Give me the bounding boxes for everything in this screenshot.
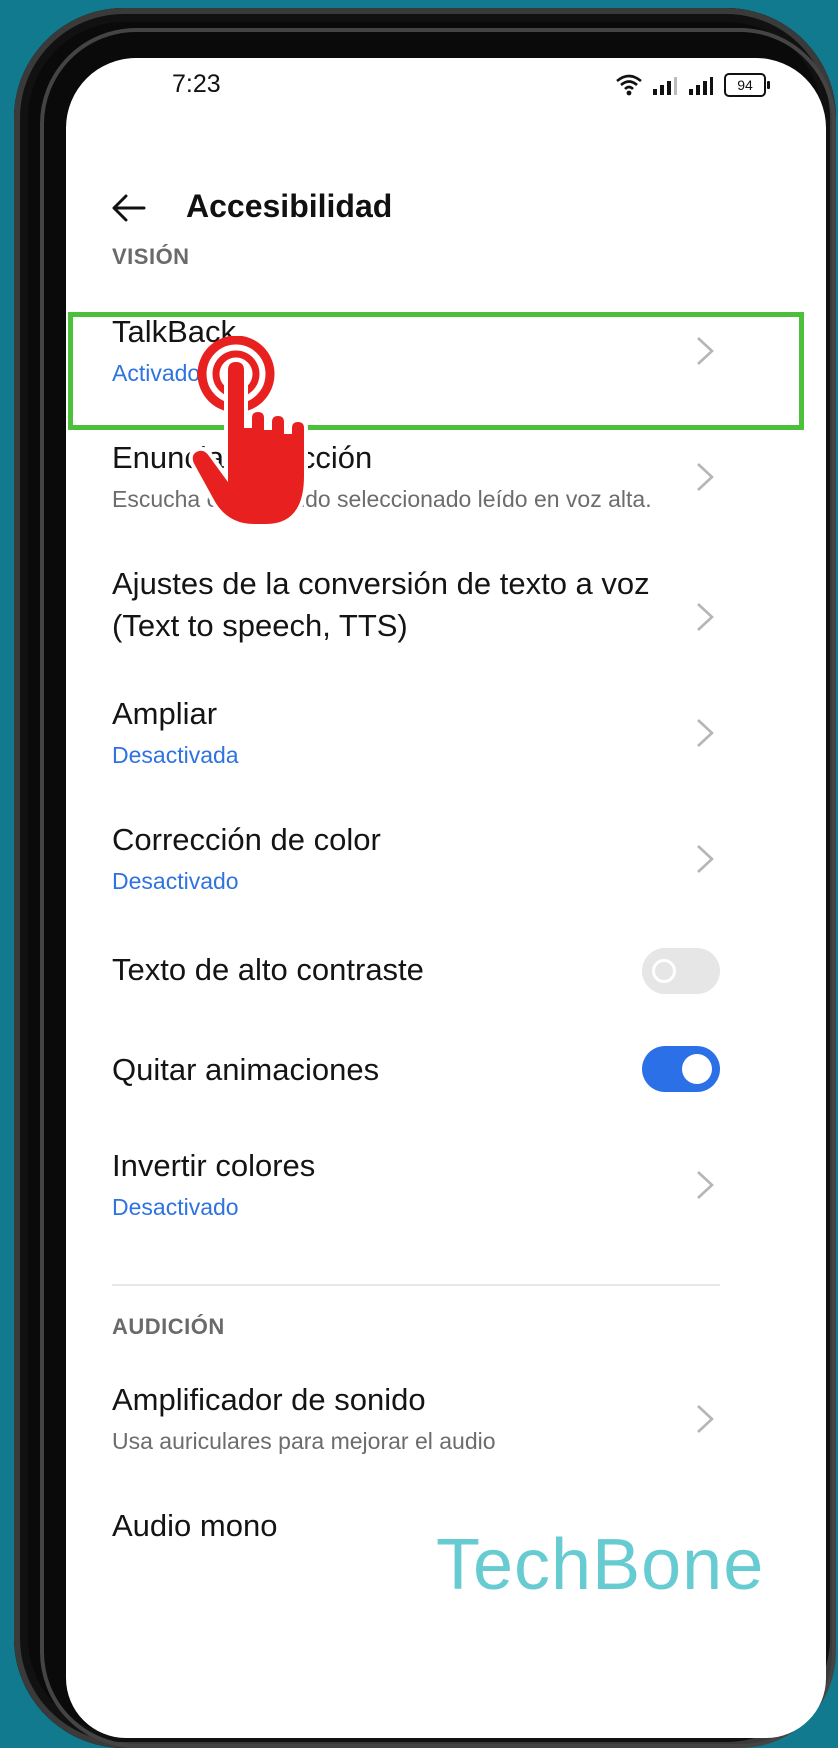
status-time: 7:23 — [172, 70, 221, 98]
phone-screen: 7:23 94 Accesibilidad VISIÓN TalkBack Ac… — [66, 58, 826, 1738]
highlight-box — [68, 312, 804, 430]
setting-row-alto-contraste: Texto de alto contraste — [66, 948, 826, 1028]
row-title: Amplificador de sonido — [112, 1382, 426, 1417]
status-bar: 7:23 94 — [66, 58, 826, 118]
techbone-watermark: TechBone — [436, 1525, 765, 1605]
chevron-right-icon — [697, 603, 714, 631]
setting-row-quitar-animaciones: Quitar animaciones — [66, 1046, 826, 1126]
row-title: Invertir colores — [112, 1148, 316, 1183]
status-icons: 94 — [616, 72, 770, 98]
setting-row-invertir-colores[interactable]: Invertir colores Desactivado — [66, 1146, 826, 1256]
high-contrast-toggle[interactable] — [642, 948, 720, 994]
row-title: Ajustes de la conversión de texto a voz — [112, 566, 650, 601]
chevron-right-icon — [697, 463, 714, 491]
setting-row-amplificador-sonido[interactable]: Amplificador de sonido Usa auriculares p… — [66, 1380, 826, 1490]
toggle-knob — [652, 959, 676, 983]
row-title: Ampliar — [112, 696, 218, 731]
chevron-right-icon — [697, 1171, 714, 1199]
row-status: Desactivada — [112, 742, 239, 768]
setting-row-tts[interactable]: Ajustes de la conversión de texto a voz … — [66, 564, 826, 694]
back-arrow-icon[interactable] — [108, 188, 148, 228]
chevron-right-icon — [697, 1405, 714, 1433]
signal-icon — [653, 77, 677, 95]
tap-gesture-icon — [188, 336, 308, 528]
section-label-vision: VISIÓN — [112, 244, 190, 269]
row-title: Texto de alto contraste — [112, 952, 424, 987]
row-title-line-2: (Text to speech, TTS) — [112, 608, 408, 643]
row-title: Audio mono — [112, 1508, 278, 1543]
row-status: Desactivado — [112, 868, 239, 894]
remove-animations-toggle[interactable] — [642, 1046, 720, 1092]
page-title: Accesibilidad — [186, 188, 393, 224]
setting-row-ampliar[interactable]: Ampliar Desactivada — [66, 694, 826, 804]
battery-icon: 94 — [724, 73, 770, 97]
chevron-right-icon — [697, 719, 714, 747]
setting-row-enunciar-seleccion[interactable]: Enunciar selección Escucha el contenido … — [66, 438, 826, 548]
row-title: Quitar animaciones — [112, 1052, 380, 1087]
row-title: Corrección de color — [112, 822, 381, 857]
row-status: Desactivado — [112, 1194, 239, 1220]
setting-row-correccion-color[interactable]: Corrección de color Desactivado — [66, 820, 826, 930]
signal-icon-2 — [689, 77, 713, 95]
phone-frame: 7:23 94 Accesibilidad VISIÓN TalkBack Ac… — [14, 8, 836, 1748]
toggle-knob — [682, 1054, 712, 1084]
row-description: Usa auriculares para mejorar el audio — [112, 1428, 496, 1454]
section-label-audicion: AUDICIÓN — [112, 1314, 225, 1339]
section-divider — [112, 1284, 720, 1286]
wifi-icon — [616, 74, 642, 96]
chevron-right-icon — [697, 845, 714, 873]
header: Accesibilidad — [66, 168, 826, 248]
